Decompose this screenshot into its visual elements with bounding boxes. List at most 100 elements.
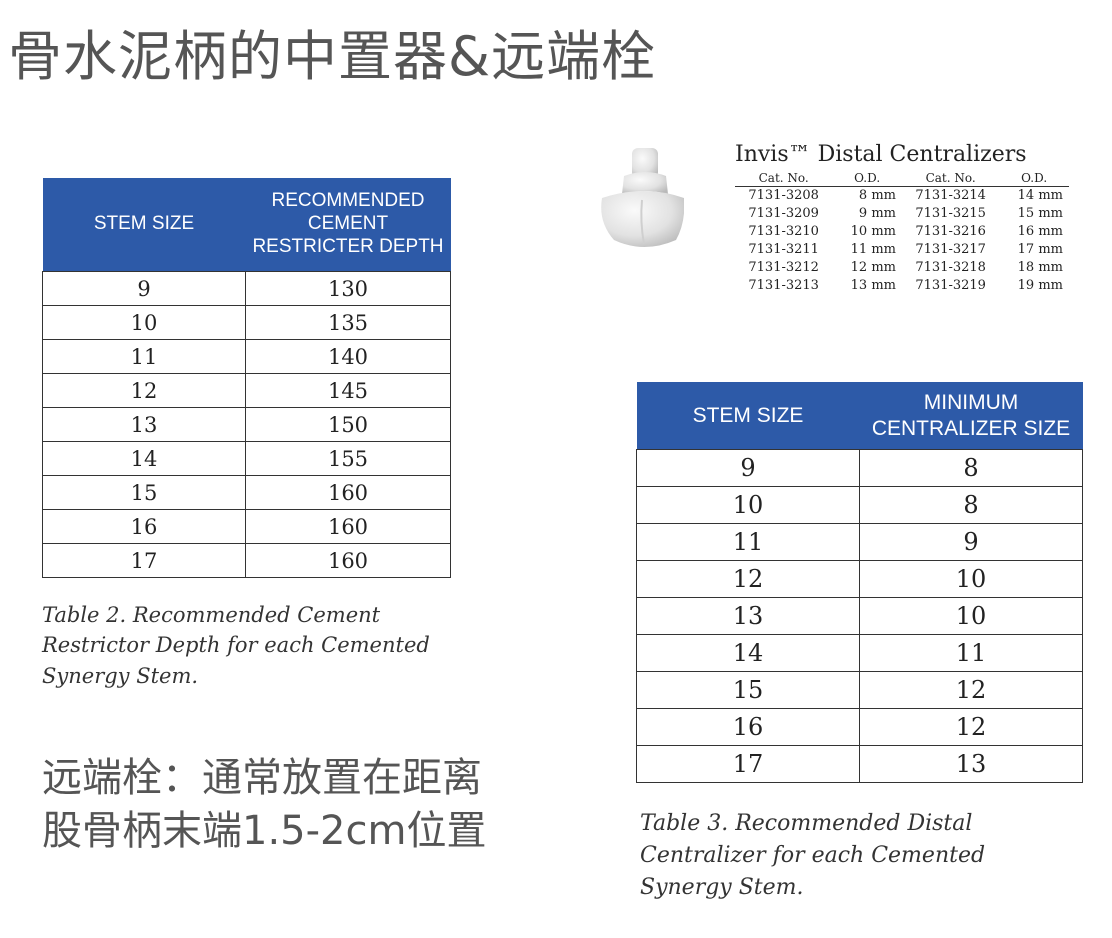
depth-cell: 145 — [245, 373, 451, 408]
centralizer-size-cell: 9 — [859, 523, 1083, 561]
distal-centralizer-size-table: STEM SIZE MINIMUM CENTRALIZER SIZE 98 10… — [636, 382, 1083, 783]
centralizer-size-cell: 11 — [859, 634, 1083, 672]
cat-no-cell: 7131-3219 — [915, 278, 986, 293]
table-row: 15 12 — [636, 671, 1083, 709]
table-row: 12 10 — [636, 560, 1083, 598]
stem-size-cell: 10 — [42, 305, 246, 340]
stem-size-cell: 13 — [42, 407, 246, 442]
depth-cell: 160 — [245, 509, 451, 544]
table-row: 14 11 — [636, 634, 1083, 672]
stem-size-cell: 14 — [636, 634, 860, 672]
cat-no-cell: 7131-3217 — [915, 242, 986, 257]
column-header-od: O.D. — [832, 171, 902, 187]
catalog-table: Cat. No. O.D. Cat. No. O.D. 7131-3208 8 m… — [735, 171, 1069, 295]
stem-size-cell: 12 — [636, 560, 860, 598]
stem-size-cell: 11 — [636, 523, 860, 561]
centralizer-size-cell: 13 — [859, 745, 1083, 783]
od-cell: 19 mm — [1017, 278, 1063, 293]
table-row: 7131-3210 10 mm 7131-3216 16 mm — [735, 223, 1069, 241]
column-header-od: O.D. — [999, 171, 1069, 187]
depth-cell: 140 — [245, 339, 451, 374]
stem-size-cell: 9 — [42, 271, 246, 306]
cat-no-cell: 7131-3218 — [915, 260, 986, 275]
table-row: 13 10 — [636, 597, 1083, 635]
cat-no-cell: 7131-3215 — [915, 206, 986, 221]
table-row: 7131-3208 8 mm 7131-3214 14 mm — [735, 187, 1069, 206]
depth-cell: 160 — [245, 543, 451, 578]
cat-no-cell: 7131-3213 — [748, 278, 819, 293]
column-header-restricter-depth: RECOMMENDED CEMENT RESTRICTER DEPTH — [245, 178, 451, 272]
od-cell: 13 mm — [850, 278, 896, 293]
column-header-centralizer-size: MINIMUM CENTRALIZER SIZE — [859, 382, 1083, 450]
table-row: 15 160 — [42, 475, 451, 510]
table-row: 7131-3209 9 mm 7131-3215 15 mm — [735, 205, 1069, 223]
depth-cell: 160 — [245, 475, 451, 510]
od-cell: 16 mm — [1017, 224, 1063, 239]
stem-size-cell: 16 — [636, 708, 860, 746]
table-row: 10 135 — [42, 305, 451, 340]
table-row: 16 12 — [636, 708, 1083, 746]
cat-no-cell: 7131-3211 — [748, 242, 819, 257]
stem-size-cell: 10 — [636, 486, 860, 524]
od-cell: 11 mm — [850, 242, 896, 257]
table-row: 7131-3211 11 mm 7131-3217 17 mm — [735, 241, 1069, 259]
cat-no-cell: 7131-3212 — [748, 260, 819, 275]
stem-size-cell: 15 — [636, 671, 860, 709]
stem-size-cell: 12 — [42, 373, 246, 408]
table2-caption: Table 2. Recommended Cement Restrictor D… — [42, 603, 430, 688]
od-cell: 17 mm — [1017, 242, 1063, 257]
note-line: 股骨柄末端1.5-2cm位置 — [42, 807, 487, 854]
stem-size-cell: 16 — [42, 509, 246, 544]
stem-size-cell: 11 — [42, 339, 246, 374]
invis-centralizer-catalog: Invis™ Distal Centralizers Cat. No. O.D.… — [735, 142, 1075, 295]
table-row: 13 150 — [42, 407, 451, 442]
stem-size-cell: 17 — [42, 543, 246, 578]
table-row: 17 160 — [42, 543, 451, 578]
table-row: 14 155 — [42, 441, 451, 476]
od-cell: 15 mm — [1017, 206, 1063, 221]
note-line: 远端栓：通常放置在距离 — [42, 755, 482, 801]
centralizer-size-cell: 10 — [859, 560, 1083, 598]
od-cell: 12 mm — [850, 260, 896, 275]
table-row: 11 140 — [42, 339, 451, 374]
depth-cell: 150 — [245, 407, 451, 442]
table-row: 9 130 — [42, 271, 451, 306]
cement-restrictor-depth-table: STEM SIZE RECOMMENDED CEMENT RESTRICTER … — [42, 178, 451, 578]
catalog-title: Invis™ Distal Centralizers — [735, 142, 1027, 167]
centralizer-size-cell: 10 — [859, 597, 1083, 635]
table-row: 16 160 — [42, 509, 451, 544]
od-cell: 14 mm — [1017, 188, 1063, 203]
centralizer-size-cell: 12 — [859, 708, 1083, 746]
cat-no-cell: 7131-3208 — [748, 188, 819, 203]
centralizer-size-cell: 12 — [859, 671, 1083, 709]
depth-cell: 130 — [245, 271, 451, 306]
stem-size-cell: 15 — [42, 475, 246, 510]
table-row: 12 145 — [42, 373, 451, 408]
od-cell: 9 mm — [858, 206, 896, 221]
stem-size-cell: 14 — [42, 441, 246, 476]
cat-no-cell: 7131-3210 — [748, 224, 819, 239]
stem-size-cell: 13 — [636, 597, 860, 635]
stem-size-cell: 17 — [636, 745, 860, 783]
table3-caption: Table 3. Recommended Distal Centralizer … — [640, 811, 986, 900]
centralizer-size-cell: 8 — [859, 449, 1083, 487]
table-row: 17 13 — [636, 745, 1083, 783]
table-row: 10 8 — [636, 486, 1083, 524]
table-row: 98 — [636, 449, 1083, 487]
distal-centralizer-image — [601, 148, 684, 247]
depth-cell: 135 — [245, 305, 451, 340]
distal-plug-note: 远端栓：通常放置在距离 股骨柄末端1.5-2cm位置 — [42, 752, 486, 858]
stem-size-cell: 9 — [636, 449, 860, 487]
depth-cell: 155 — [245, 441, 451, 476]
od-cell: 10 mm — [850, 224, 896, 239]
od-cell: 8 mm — [858, 188, 896, 203]
od-cell: 18 mm — [1017, 260, 1063, 275]
table-row: 11 9 — [636, 523, 1083, 561]
table-row: 7131-3212 12 mm 7131-3218 18 mm — [735, 259, 1069, 277]
cat-no-cell: 7131-3209 — [748, 206, 819, 221]
cat-no-cell: 7131-3216 — [915, 224, 986, 239]
column-header-cat-no: Cat. No. — [901, 171, 1000, 187]
column-header-stem-size: STEM SIZE — [636, 382, 860, 450]
column-header-stem-size: STEM SIZE — [42, 178, 246, 272]
page-title: 骨水泥柄的中置器&远端栓 — [8, 25, 657, 88]
